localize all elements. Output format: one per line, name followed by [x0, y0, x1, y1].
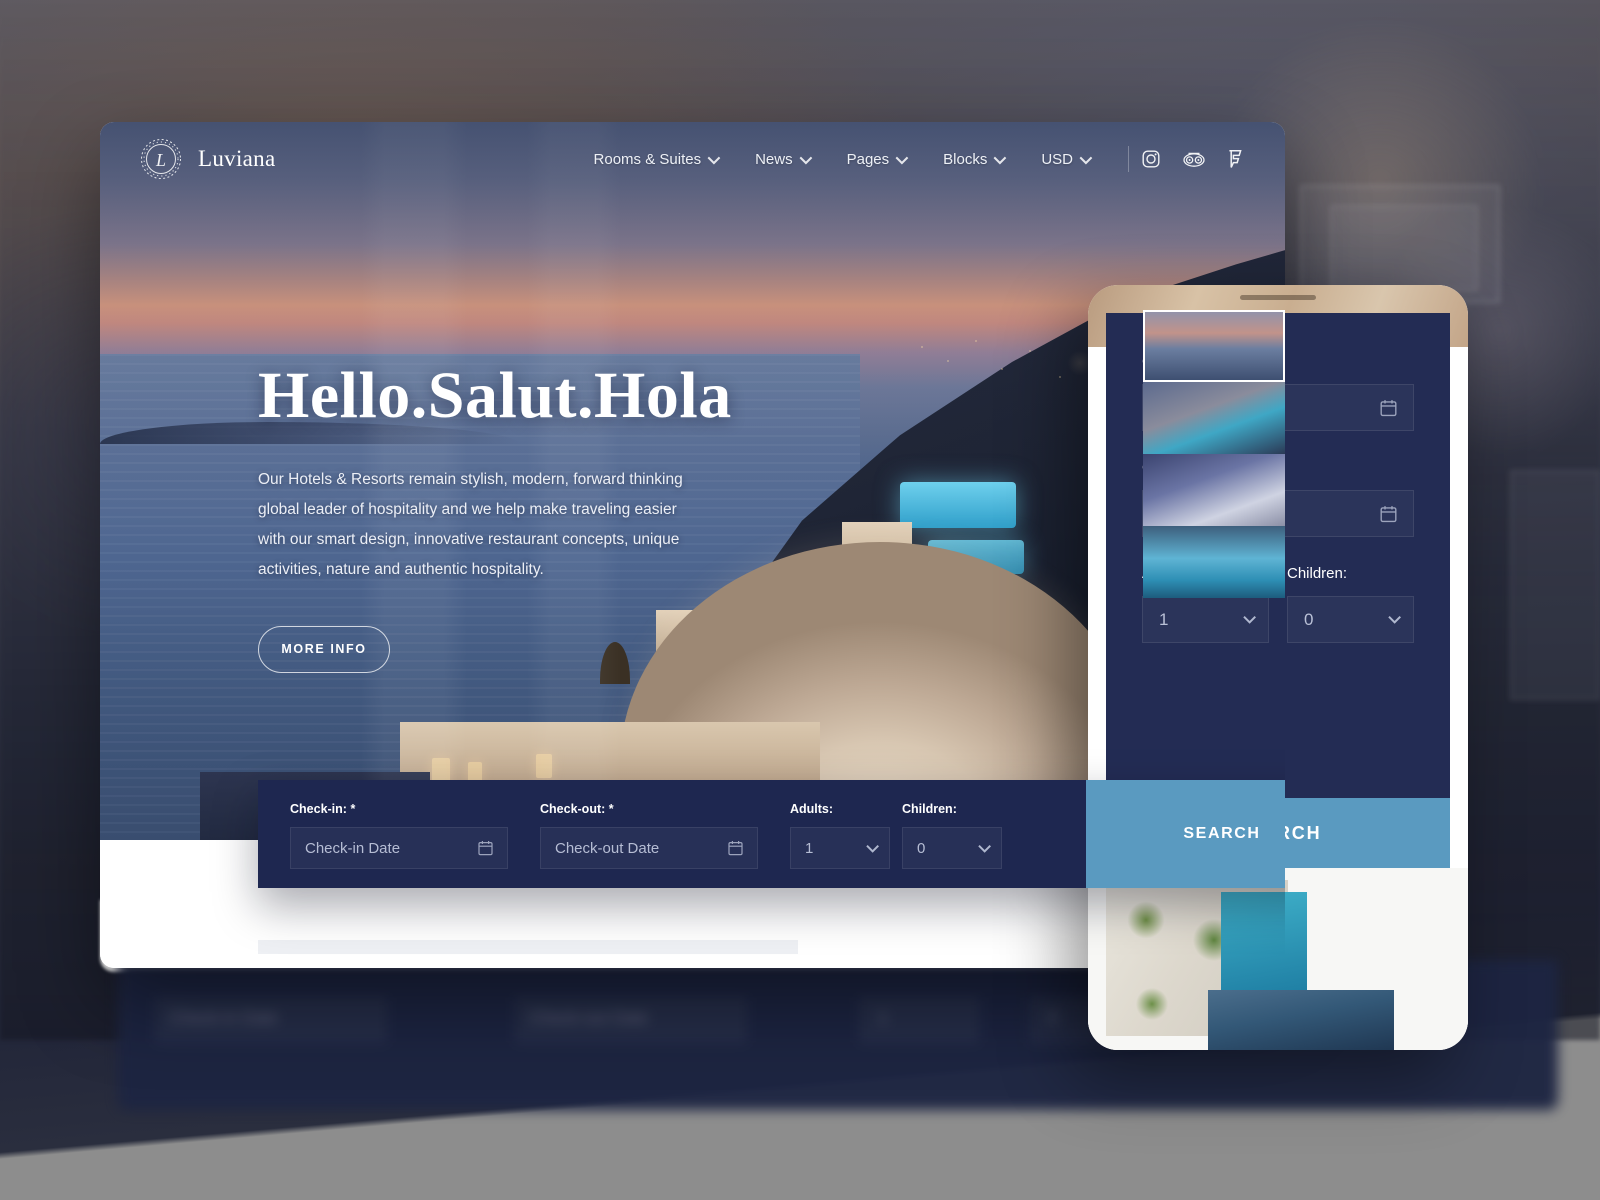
checkin-label-text: Check-in:: [290, 802, 347, 816]
mobile-children-label: Children:: [1287, 565, 1348, 582]
tripadvisor-icon[interactable]: [1183, 149, 1205, 169]
hero-thumbnail[interactable]: [1143, 310, 1285, 382]
children-select[interactable]: 0: [902, 827, 1002, 869]
header-divider: [1128, 146, 1129, 172]
foursquare-icon[interactable]: [1225, 149, 1245, 169]
mobile-gallery-photo-sea[interactable]: [1208, 990, 1394, 1050]
chevron-down-icon: [1243, 611, 1256, 624]
checkin-placeholder: Check-in Date: [305, 839, 401, 857]
chevron-down-icon: [707, 151, 721, 164]
instagram-icon[interactable]: [1141, 149, 1161, 169]
checkout-placeholder: Check-out Date: [555, 839, 660, 857]
calendar-icon[interactable]: [478, 840, 493, 856]
mobile-gallery-section: [1088, 868, 1468, 1050]
bg-children-value: 0: [1048, 1008, 1058, 1027]
calendar-icon[interactable]: [728, 840, 743, 856]
checkout-field-group: Check-out: * Check-out Date: [508, 780, 758, 888]
nav-item-rooms-suites[interactable]: Rooms & Suites: [593, 150, 721, 168]
children-label: Children:: [902, 802, 957, 816]
social-links: [1141, 149, 1245, 169]
mobile-adults-select[interactable]: 1: [1142, 596, 1269, 643]
nav-label: Rooms & Suites: [593, 150, 702, 168]
nav-item-pages[interactable]: Pages: [846, 150, 909, 168]
nav-label: News: [755, 150, 793, 168]
site-header: L Luviana Rooms & Suites News Pages Bloc…: [100, 122, 1285, 196]
hero-thumbnail[interactable]: [1143, 526, 1285, 598]
nav-label: USD: [1041, 150, 1073, 168]
calendar-icon[interactable]: [1380, 399, 1397, 417]
main-navigation: Rooms & Suites News Pages Blocks USD: [575, 146, 1285, 172]
adults-field-group: Adults: 1: [758, 780, 890, 888]
calendar-icon[interactable]: [1380, 505, 1397, 523]
bg-checkin-placeholder: Check-in Date: [170, 1008, 278, 1027]
children-value: 0: [917, 839, 926, 857]
children-field-group: Children: 0: [870, 780, 1002, 888]
chevron-down-icon: [1079, 151, 1093, 164]
checkin-date-input[interactable]: Check-in Date: [290, 827, 508, 869]
mobile-speaker-notch: [1240, 295, 1316, 300]
required-asterisk: *: [350, 802, 356, 816]
search-button[interactable]: SEARCH: [1086, 780, 1285, 888]
mobile-children-select[interactable]: 0: [1287, 596, 1414, 643]
nav-item-blocks[interactable]: Blocks: [943, 150, 1007, 168]
svg-text:L: L: [155, 150, 166, 170]
chevron-down-icon: [895, 151, 909, 164]
nav-item-currency-usd[interactable]: USD: [1041, 150, 1093, 168]
chevron-down-icon: [1388, 611, 1401, 624]
nav-label: Blocks: [943, 150, 988, 168]
wreath-monogram-logo-icon: L: [138, 136, 184, 182]
hero-thumbnail-strip[interactable]: [1143, 310, 1285, 598]
hero-thumbnail[interactable]: [1143, 382, 1285, 454]
adults-label: Adults:: [790, 802, 834, 816]
brand-name: Luviana: [198, 146, 276, 171]
chevron-down-icon: [993, 151, 1007, 164]
mobile-gallery-pool: [1221, 892, 1307, 992]
content-placeholder-strip: [258, 940, 798, 954]
checkout-date-input[interactable]: Check-out Date: [540, 827, 758, 869]
mobile-children-value: 0: [1304, 609, 1314, 629]
bg-checkout-placeholder: Check-out Date: [530, 1008, 649, 1027]
booking-search-bar: Check-in: * Check-in Date Check-out: * C…: [258, 780, 1285, 888]
page-title: Hello.Salut.Hola: [258, 359, 732, 432]
checkin-label: Check-in: *: [290, 802, 508, 816]
checkout-label: Check-out: *: [540, 802, 758, 816]
bg-adults-value: 1: [878, 1008, 888, 1027]
more-info-button[interactable]: MORE INFO: [258, 625, 390, 673]
hero-content: Hello.Salut.Hola Our Hotels & Resorts re…: [258, 359, 818, 673]
backdrop-picture-frame: [1330, 205, 1478, 291]
brand-logo[interactable]: L Luviana: [138, 136, 275, 182]
backdrop-picture-frame: [1510, 470, 1600, 700]
mobile-children-field-group: Children: 0: [1287, 565, 1414, 643]
checkin-field-group: Check-in: * Check-in Date: [258, 780, 508, 888]
hero-thumbnail[interactable]: [1143, 454, 1285, 526]
nav-label: Pages: [846, 150, 890, 168]
required-asterisk: *: [608, 802, 614, 816]
chevron-down-icon: [799, 151, 812, 164]
nav-item-news[interactable]: News: [755, 150, 812, 168]
hero-subtext: Our Hotels & Resorts remain stylish, mod…: [258, 470, 683, 579]
adults-value: 1: [805, 839, 814, 857]
mobile-adults-value: 1: [1159, 609, 1169, 629]
chevron-down-icon: [978, 839, 991, 853]
checkout-label-text: Check-out:: [540, 802, 606, 816]
